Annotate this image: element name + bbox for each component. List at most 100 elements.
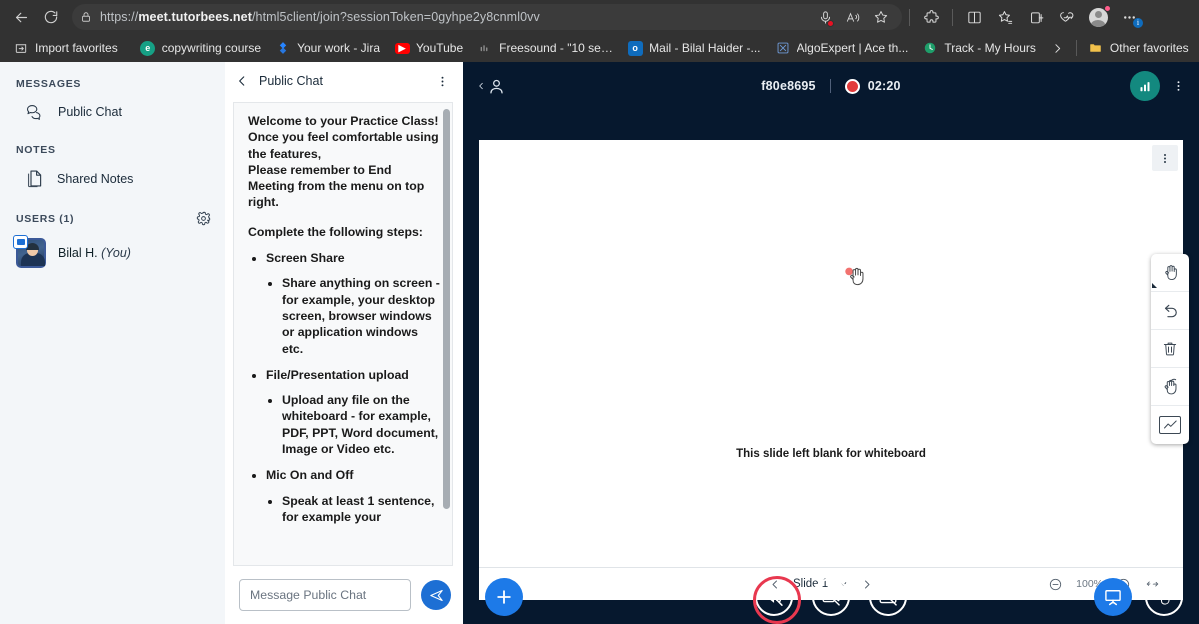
chat-message-line: Complete the following steps: <box>248 224 440 240</box>
youtube-icon: ▶ <box>394 40 410 56</box>
chat-message-input[interactable]: Message Public Chat <box>239 579 411 611</box>
gear-icon[interactable] <box>196 211 211 226</box>
extensions-icon[interactable] <box>916 4 946 30</box>
whiteboard[interactable]: This slide left blank for whiteboard Sli… <box>479 140 1183 600</box>
line-tool-icon[interactable] <box>1151 406 1189 444</box>
browser-toolbar-icons: i <box>904 4 1144 30</box>
chat-scroll-area: Welcome to your Practice Class! Once you… <box>234 103 452 565</box>
favorite-import-favorites[interactable]: Import favorites <box>6 37 125 59</box>
favorite-star-icon[interactable] <box>868 5 894 29</box>
collections-icon[interactable] <box>1021 4 1051 30</box>
chat-title: Public Chat <box>259 74 323 88</box>
user-list-item[interactable]: Bilal H. (You) <box>0 232 225 274</box>
delete-icon[interactable] <box>1151 330 1189 368</box>
chat-message-list[interactable]: Welcome to your Practice Class! Once you… <box>233 102 453 566</box>
favorite-algoexpert[interactable]: AlgoExpert | Ace th... <box>768 37 916 59</box>
other-favorites-folder[interactable]: Other favorites <box>1081 37 1196 59</box>
folder-icon <box>1088 40 1104 56</box>
outlook-icon: o <box>627 40 643 56</box>
chat-message-line: Once you feel comfortable using the feat… <box>248 129 440 162</box>
action-bar-right <box>1094 578 1183 616</box>
raise-hand-button[interactable] <box>1145 578 1183 616</box>
settings-more-icon[interactable]: i <box>1114 4 1144 30</box>
sidebar-item-shared-notes[interactable]: Shared Notes <box>8 162 217 195</box>
undo-icon[interactable] <box>1151 292 1189 330</box>
address-bar-url: https://meet.tutorbees.net/html5client/j… <box>100 10 540 24</box>
microphone-icon[interactable] <box>812 5 838 29</box>
favorite-label: YouTube <box>416 41 463 55</box>
chat-steps-list: Screen Share Share anything on screen - … <box>266 250 440 525</box>
other-favorites-label: Other favorites <box>1110 41 1189 55</box>
bbb-app: MESSAGES Public Chat NOTES Shared Notes … <box>0 62 1199 624</box>
topbar-divider <box>830 79 831 93</box>
algoexpert-icon <box>775 40 791 56</box>
whiteboard-toolbar <box>1151 254 1189 444</box>
back-button[interactable] <box>6 4 36 30</box>
chat-substeps-list: Speak at least 1 sentence, for example y… <box>282 493 440 526</box>
circle-icon: e <box>140 40 156 56</box>
send-message-button[interactable] <box>421 580 451 610</box>
myhours-icon <box>922 40 938 56</box>
meeting-topbar-right <box>1130 71 1189 101</box>
chat-header: Public Chat <box>225 62 463 100</box>
favorite-label: AlgoExpert | Ace th... <box>797 41 909 55</box>
favorite-label: Your work - Jira <box>297 41 380 55</box>
screen-share-off-button[interactable] <box>869 578 907 616</box>
toolbar-divider <box>909 9 910 26</box>
meeting-area: f80e8695 02:20 <box>463 62 1199 624</box>
chat-footer: Message Public Chat <box>225 566 463 624</box>
jira-icon <box>275 40 291 56</box>
favorite-your-work-jira[interactable]: Your work - Jira <box>268 37 387 59</box>
favorite-youtube[interactable]: ▶ YouTube <box>387 37 470 59</box>
browser-chrome: https://meet.tutorbees.net/html5client/j… <box>0 0 1199 62</box>
step-label: Screen Share <box>266 251 345 265</box>
chat-message-line: Welcome to your Practice Class! <box>248 113 440 129</box>
presentation-options-icon[interactable] <box>1152 145 1178 171</box>
favorite-mail-outlook[interactable]: o Mail - Bilal Haider -... <box>620 37 767 59</box>
avatar <box>16 238 46 268</box>
chat-panel: Public Chat Welcome to your Practice Cla… <box>225 62 463 624</box>
sidebar-users-heading: USERS (1) <box>16 213 74 225</box>
browser-essentials-icon[interactable] <box>1052 4 1082 30</box>
more-badge: i <box>1133 18 1143 28</box>
step-label: File/Presentation upload <box>266 368 409 382</box>
sidebar-item-public-chat[interactable]: Public Chat <box>8 96 217 128</box>
refresh-button[interactable] <box>36 4 66 30</box>
chat-scrollbar-thumb[interactable] <box>443 109 450 509</box>
chat-message-line: Please remember to End Meeting from the … <box>248 162 440 211</box>
profile-avatar-icon[interactable] <box>1083 4 1113 30</box>
favorites-overflow-button[interactable] <box>1043 42 1072 55</box>
toolbar-divider-2 <box>952 9 953 26</box>
favorite-track-my-hours[interactable]: Track - My Hours <box>915 37 1043 59</box>
favorites-bar: Import favorites e copywriting course Yo… <box>0 34 1199 62</box>
action-bar <box>463 570 1199 624</box>
restore-presentation-button[interactable] <box>1094 578 1132 616</box>
favorites-icon[interactable] <box>990 4 1020 30</box>
recording-timer: 02:20 <box>868 79 901 93</box>
read-aloud-icon[interactable] <box>840 5 866 29</box>
chevron-left-icon[interactable] <box>233 74 251 88</box>
tool-selected-indicator <box>1152 283 1157 288</box>
user-name: Bilal H. (You) <box>58 246 131 260</box>
favorite-copywriting-course[interactable]: e copywriting course <box>133 37 268 59</box>
favorite-label: Freesound - "10 sec... <box>499 41 613 55</box>
kebab-menu-icon[interactable] <box>1168 78 1189 94</box>
omnibox-icons <box>804 5 894 29</box>
camera-off-button[interactable] <box>812 578 850 616</box>
chat-scrollbar[interactable] <box>443 109 450 557</box>
multi-user-whiteboard-icon[interactable] <box>1151 368 1189 406</box>
favorite-freesound[interactable]: Freesound - "10 sec... <box>470 37 620 59</box>
spacer <box>248 211 440 224</box>
list-item: Upload any file on the whiteboard - for … <box>282 392 440 457</box>
browser-nav-row: https://meet.tutorbees.net/html5client/j… <box>0 0 1199 34</box>
avatar-notification-badge <box>1104 5 1111 12</box>
connection-bars-icon[interactable] <box>1130 71 1160 101</box>
split-screen-icon[interactable] <box>959 4 989 30</box>
kebab-menu-icon[interactable] <box>432 72 453 91</box>
microphone-muted-button[interactable] <box>755 578 793 616</box>
sidebar-users-header: USERS (1) <box>0 195 225 232</box>
pan-tool-icon[interactable] <box>1151 254 1189 292</box>
hand-cursor-icon <box>845 264 867 293</box>
line-tool-box <box>1159 416 1181 434</box>
address-bar[interactable]: https://meet.tutorbees.net/html5client/j… <box>72 4 902 30</box>
